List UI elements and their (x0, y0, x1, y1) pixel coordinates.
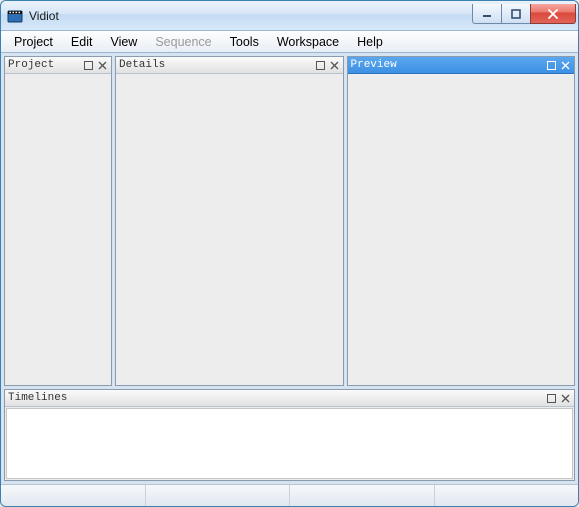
maximize-pane-icon[interactable] (314, 59, 327, 72)
menu-view[interactable]: View (101, 33, 146, 51)
minimize-button[interactable] (472, 4, 502, 24)
details-panel-title: Details (119, 59, 313, 71)
preview-panel: Preview (347, 56, 576, 386)
menu-edit[interactable]: Edit (62, 33, 102, 51)
project-panel-body[interactable] (5, 74, 111, 385)
maximize-button[interactable] (501, 4, 531, 24)
close-pane-icon[interactable] (96, 59, 109, 72)
menubar: Project Edit View Sequence Tools Workspa… (1, 31, 578, 53)
menu-workspace[interactable]: Workspace (268, 33, 348, 51)
preview-panel-body[interactable] (348, 74, 575, 385)
status-cell-3 (290, 485, 435, 506)
app-title: Vidiot (29, 9, 473, 23)
status-cell-2 (146, 485, 291, 506)
timelines-panel-body[interactable] (6, 408, 573, 479)
details-panel: Details (115, 56, 344, 386)
project-panel: Project (4, 56, 112, 386)
titlebar[interactable]: Vidiot (1, 1, 578, 31)
details-panel-header[interactable]: Details (116, 57, 343, 74)
timelines-panel-title: Timelines (8, 392, 544, 404)
top-row: Project Details (4, 56, 575, 386)
close-pane-icon[interactable] (328, 59, 341, 72)
maximize-pane-icon[interactable] (82, 59, 95, 72)
menu-project[interactable]: Project (5, 33, 62, 51)
app-icon (7, 8, 23, 24)
project-panel-header[interactable]: Project (5, 57, 111, 74)
menu-help[interactable]: Help (348, 33, 392, 51)
status-cell-1 (1, 485, 146, 506)
window-controls (473, 4, 576, 24)
workspace: Project Details (1, 53, 578, 484)
timelines-panel: Timelines (4, 389, 575, 481)
close-button[interactable] (530, 4, 576, 24)
menu-sequence: Sequence (146, 33, 220, 51)
maximize-pane-icon[interactable] (545, 392, 558, 405)
menu-tools[interactable]: Tools (221, 33, 268, 51)
app-window: Vidiot Project Edit View Sequence Tools … (0, 0, 579, 507)
details-panel-body[interactable] (116, 74, 343, 385)
status-cell-4 (435, 485, 579, 506)
preview-panel-header[interactable]: Preview (348, 57, 575, 74)
maximize-pane-icon[interactable] (545, 59, 558, 72)
statusbar (1, 484, 578, 506)
close-pane-icon[interactable] (559, 392, 572, 405)
close-pane-icon[interactable] (559, 59, 572, 72)
preview-panel-title: Preview (351, 59, 545, 71)
project-panel-title: Project (8, 59, 81, 71)
timelines-panel-header[interactable]: Timelines (5, 390, 574, 407)
